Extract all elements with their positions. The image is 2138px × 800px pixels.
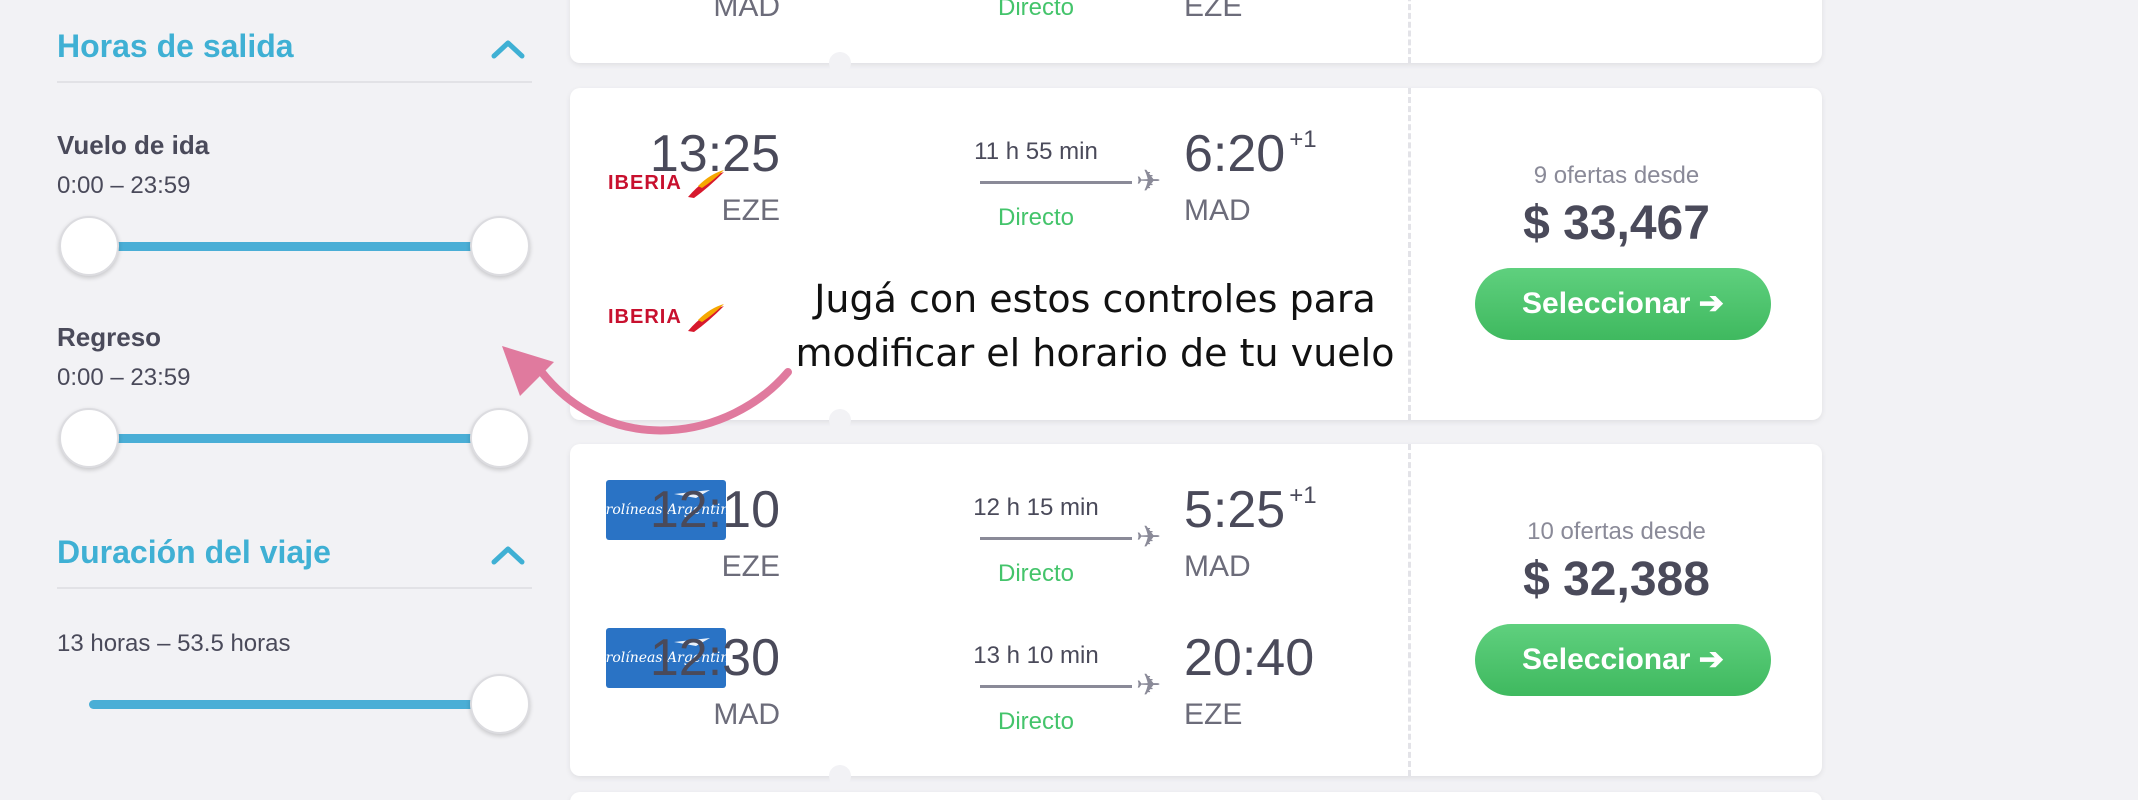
slider-track bbox=[89, 700, 500, 709]
next-day-badge: +1 bbox=[1289, 125, 1317, 153]
price-panel: 9 ofertas desde $ 33,467 Seleccionar ➔ bbox=[1411, 88, 1822, 420]
departure-time: 12:10 bbox=[649, 481, 780, 539]
airplane-icon: ✈ bbox=[1136, 521, 1162, 554]
annotation-line-1: Jugá con estos controles para bbox=[814, 277, 1376, 321]
slider-min-handle[interactable] bbox=[59, 408, 119, 468]
card-notch bbox=[829, 52, 851, 74]
slider-track bbox=[89, 434, 500, 443]
return-time-slider[interactable] bbox=[57, 408, 532, 468]
chevron-up-icon[interactable] bbox=[488, 34, 528, 64]
stops-label: Directo bbox=[997, 0, 1075, 21]
slider-min-handle[interactable] bbox=[59, 216, 119, 276]
arrival-time: 5:25 +1 bbox=[1184, 481, 1317, 539]
annotation-line-2: modificar el horario de tu vuelo bbox=[795, 331, 1395, 375]
result-card-partial bbox=[570, 792, 1822, 800]
slider-max-handle[interactable] bbox=[470, 674, 530, 734]
slider-max-handle[interactable] bbox=[470, 216, 530, 276]
select-button[interactable]: Seleccionar ➔ bbox=[1475, 624, 1771, 696]
trip-duration-title: Duración del viaje bbox=[57, 534, 331, 570]
price: $ 32,388 bbox=[1523, 553, 1710, 606]
card-notch bbox=[829, 409, 851, 431]
price-panel: 10 ofertas desde $ 32,388 Seleccionar ➔ bbox=[1411, 444, 1822, 776]
outbound-flight-row: Aerolíneas Argentinas 12:10 EZE 12 h 15 … bbox=[570, 480, 1408, 590]
flight-duration: 13 h 10 min bbox=[973, 642, 1099, 669]
departure-airport: EZE bbox=[721, 194, 780, 227]
arrival-airport: EZE bbox=[1184, 698, 1243, 731]
card-notch bbox=[829, 765, 851, 787]
arrival-airport: MAD bbox=[1184, 194, 1251, 227]
offers-count: 10 ofertas desde bbox=[1527, 518, 1706, 545]
airplane-icon: ✈ bbox=[1136, 669, 1162, 702]
result-card: Aerolíneas Argentinas 12:10 EZE 12 h 15 … bbox=[570, 444, 1822, 776]
outbound-range: 0:00 – 23:59 bbox=[57, 172, 191, 199]
departure-time: 13:25 bbox=[649, 125, 780, 183]
svg-text:IBERIA: IBERIA bbox=[608, 306, 682, 328]
offers-count: 9 ofertas desde bbox=[1533, 162, 1700, 189]
outbound-label: Vuelo de ida bbox=[57, 130, 210, 160]
duration-slider[interactable] bbox=[57, 674, 532, 734]
route-line bbox=[980, 181, 1132, 184]
stops-label: Directo bbox=[997, 708, 1075, 735]
route-line bbox=[980, 685, 1132, 688]
trip-duration-header[interactable]: Duración del viaje bbox=[57, 506, 532, 589]
departure-airport: MAD bbox=[713, 698, 780, 731]
airplane-icon: ✈ bbox=[1136, 165, 1162, 198]
departure-time: 12:30 bbox=[649, 629, 780, 687]
slider-track bbox=[89, 242, 500, 251]
departure-airport: EZE bbox=[721, 550, 780, 583]
tutorial-annotation: Jugá con estos controles para modificar … bbox=[790, 272, 1400, 380]
arrival-time: 6:20 +1 bbox=[1184, 125, 1317, 183]
flight-duration: 11 h 55 min bbox=[974, 138, 1098, 165]
route-line bbox=[980, 537, 1132, 540]
curved-arrow-icon bbox=[502, 346, 792, 435]
departure-times-header[interactable]: Horas de salida bbox=[57, 0, 532, 83]
return-range: 0:00 – 23:59 bbox=[57, 364, 191, 391]
flight-duration: 12 h 15 min bbox=[973, 494, 1099, 521]
arrival-airport: MAD bbox=[1184, 550, 1251, 583]
result-card-partial: MAD Directo EZE bbox=[570, 0, 1822, 63]
select-button[interactable]: Seleccionar ➔ bbox=[1475, 268, 1771, 340]
return-label: Regreso bbox=[57, 322, 162, 352]
duration-range: 13 horas – 53.5 horas bbox=[57, 630, 291, 657]
return-flight-row: Aerolíneas Argentinas 12:30 MAD 13 h 10 … bbox=[570, 628, 1408, 738]
chevron-up-icon[interactable] bbox=[488, 540, 528, 570]
stops-label: Directo bbox=[997, 204, 1075, 231]
departure-airport: MAD bbox=[713, 0, 780, 23]
arrival-airport: EZE bbox=[1184, 0, 1243, 23]
price: $ 33,467 bbox=[1523, 197, 1710, 250]
outbound-time-slider[interactable] bbox=[57, 216, 532, 276]
outbound-flight-row: IBERIA 13:25 EZE 11 h 55 min ✈ Directo 6… bbox=[570, 124, 1408, 234]
arrival-time: 20:40 bbox=[1184, 629, 1315, 687]
card-divider bbox=[1408, 0, 1411, 63]
departure-times-title: Horas de salida bbox=[57, 28, 294, 64]
stops-label: Directo bbox=[997, 560, 1075, 587]
next-day-badge: +1 bbox=[1289, 481, 1317, 509]
